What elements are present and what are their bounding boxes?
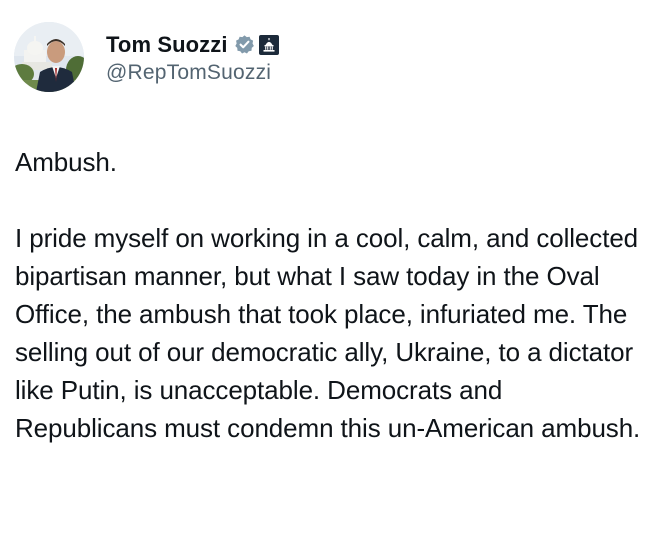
author-handle[interactable]: @RepTomSuozzi (106, 61, 279, 85)
verified-badge-icon[interactable] (234, 34, 255, 55)
tweet-paragraph: Ambush. (15, 147, 117, 177)
display-name[interactable]: Tom Suozzi (106, 32, 228, 58)
tweet-paragraph: I pride myself on working in a cool, cal… (15, 223, 641, 443)
avatar-photo-icon (14, 22, 84, 92)
tweet-text: Ambush. I pride myself on working in a c… (15, 143, 645, 447)
avatar[interactable] (14, 22, 84, 92)
tweet-header: Tom Suozzi @RepTomSuozzi (14, 22, 279, 92)
government-capitol-badge-icon[interactable] (258, 34, 279, 55)
tweet-card: Tom Suozzi @RepTomSuozzi Ambush. I pride… (0, 0, 660, 543)
name-row: Tom Suozzi (106, 30, 279, 60)
author-names: Tom Suozzi @RepTomSuozzi (106, 30, 279, 85)
